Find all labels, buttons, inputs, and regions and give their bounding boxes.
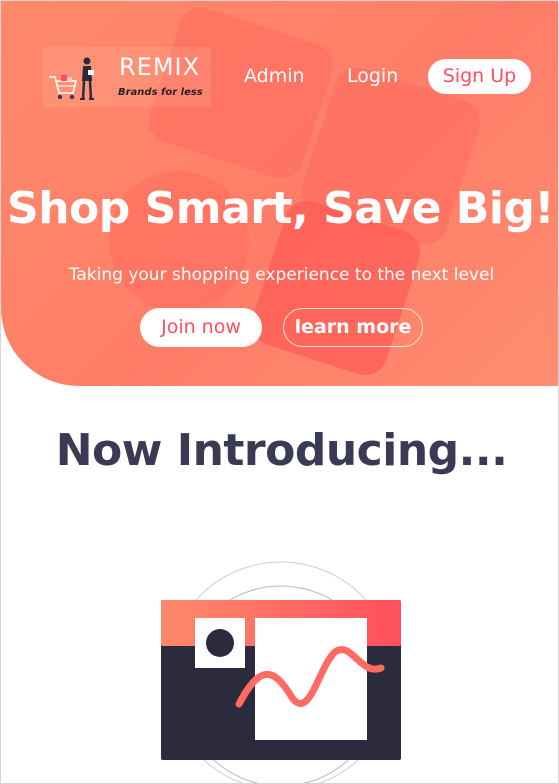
nav-admin-link[interactable]: Admin <box>244 65 305 87</box>
brand-name: REMIX <box>119 53 201 81</box>
analytics-dashboard-illustration <box>161 561 401 783</box>
hero-banner: REMIX Brands for less Admin Login Sign U… <box>1 1 558 386</box>
learn-more-button[interactable]: learn more <box>283 308 423 347</box>
nav-login-link[interactable]: Login <box>347 65 398 87</box>
section-heading: Now Introducing... <box>55 425 508 476</box>
page-frame: REMIX Brands for less Admin Login Sign U… <box>0 0 559 784</box>
signup-button[interactable]: Sign Up <box>428 59 531 94</box>
brand-logo[interactable]: REMIX Brands for less <box>43 47 211 107</box>
hero-title: Shop Smart, Save Big! <box>7 183 554 234</box>
hero-subtitle: Taking your shopping experience to the n… <box>68 265 495 285</box>
shopper-cart-icon <box>49 57 94 100</box>
brand-tagline: Brands for less <box>118 87 203 98</box>
join-now-button[interactable]: Join now <box>140 308 262 347</box>
